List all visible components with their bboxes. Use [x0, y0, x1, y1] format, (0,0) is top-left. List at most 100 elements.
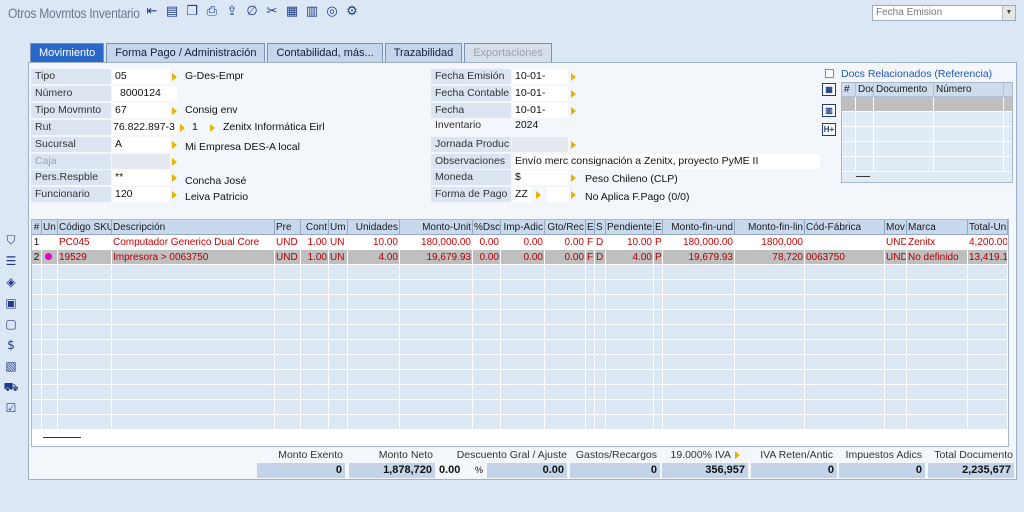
empty-cell[interactable]: [473, 355, 501, 369]
empty-cell[interactable]: [654, 310, 663, 324]
empty-cell[interactable]: [329, 340, 348, 354]
empty-cell[interactable]: [885, 265, 907, 279]
empty-table-row[interactable]: [32, 370, 1008, 385]
empty-table-row[interactable]: [32, 295, 1008, 310]
target-icon[interactable]: ◈: [3, 274, 19, 290]
cell-pre[interactable]: UND: [275, 250, 301, 264]
empty-cell[interactable]: [42, 370, 58, 384]
empty-cell[interactable]: [735, 385, 805, 399]
empty-cell[interactable]: [907, 280, 968, 294]
empty-cell[interactable]: [400, 265, 473, 279]
empty-cell[interactable]: [400, 280, 473, 294]
empty-cell[interactable]: [329, 355, 348, 369]
empty-cell[interactable]: [968, 385, 1008, 399]
money-icon[interactable]: $: [3, 337, 19, 353]
empty-cell[interactable]: [805, 325, 885, 339]
empty-cell[interactable]: [663, 295, 735, 309]
empty-cell[interactable]: [595, 370, 606, 384]
empty-cell[interactable]: [545, 310, 586, 324]
cell-dsc[interactable]: 0.00: [473, 250, 501, 264]
empty-cell[interactable]: [400, 340, 473, 354]
empty-cell[interactable]: [501, 310, 545, 324]
empty-table-row[interactable]: [32, 265, 1008, 280]
empty-table-row[interactable]: [32, 310, 1008, 325]
empty-cell[interactable]: [595, 265, 606, 279]
empty-cell[interactable]: [735, 340, 805, 354]
iva-arrow-icon[interactable]: [735, 451, 740, 459]
lookup-arrow-icon[interactable]: [571, 174, 576, 182]
empty-cell[interactable]: [885, 370, 907, 384]
grid-icon[interactable]: ▦: [284, 4, 300, 20]
empty-cell[interactable]: [301, 325, 329, 339]
empty-cell[interactable]: [654, 325, 663, 339]
empty-cell[interactable]: [606, 325, 654, 339]
cell-gto-rec[interactable]: 0.00: [545, 235, 586, 249]
docs-row[interactable]: [842, 97, 1012, 112]
empty-cell[interactable]: [329, 280, 348, 294]
cell-descripcion[interactable]: Impresora > 0063750: [112, 250, 275, 264]
empty-cell[interactable]: [654, 400, 663, 414]
empty-cell[interactable]: [545, 265, 586, 279]
empty-cell[interactable]: [112, 340, 275, 354]
empty-cell[interactable]: [663, 400, 735, 414]
empty-cell[interactable]: [112, 385, 275, 399]
cell-pre[interactable]: UND: [275, 235, 301, 249]
empty-cell[interactable]: [606, 355, 654, 369]
filter-icon[interactable]: ⛉: [3, 232, 19, 248]
lookup-arrow-icon[interactable]: [172, 174, 177, 182]
cell-cod-fabrica[interactable]: [805, 235, 885, 249]
empty-cell[interactable]: [885, 385, 907, 399]
truck-icon[interactable]: ⛟: [3, 379, 19, 395]
table-row[interactable]: 1 PC045 Computador Generico Dual Core UN…: [32, 235, 1008, 250]
empty-cell[interactable]: [805, 280, 885, 294]
check-icon[interactable]: ☑: [3, 400, 19, 416]
empty-cell[interactable]: [32, 355, 42, 369]
empty-cell[interactable]: [42, 295, 58, 309]
cell-monto-fin-lin[interactable]: 78,720: [735, 250, 805, 264]
empty-cell[interactable]: [112, 325, 275, 339]
empty-cell[interactable]: [735, 415, 805, 429]
empty-cell[interactable]: [473, 340, 501, 354]
chat-icon[interactable]: ◎: [324, 4, 340, 20]
empty-cell[interactable]: [606, 385, 654, 399]
fecha-inventario-field[interactable]: 10-01-2024: [512, 103, 568, 131]
empty-cell[interactable]: [348, 400, 400, 414]
empty-cell[interactable]: [654, 415, 663, 429]
empty-cell[interactable]: [654, 295, 663, 309]
empty-cell[interactable]: [329, 265, 348, 279]
cell-pendiente[interactable]: 10.00: [606, 235, 654, 249]
sort-select[interactable]: Fecha Emision ▼: [872, 5, 1016, 21]
empty-cell[interactable]: [595, 400, 606, 414]
empty-cell[interactable]: [58, 400, 112, 414]
empty-cell[interactable]: [586, 325, 595, 339]
copy-icon[interactable]: ❐: [184, 4, 200, 20]
empty-table-row[interactable]: [32, 400, 1008, 415]
empty-cell[interactable]: [595, 325, 606, 339]
empty-cell[interactable]: [348, 415, 400, 429]
empty-cell[interactable]: [606, 400, 654, 414]
empty-cell[interactable]: [907, 355, 968, 369]
empty-cell[interactable]: [501, 355, 545, 369]
empty-cell[interactable]: [805, 265, 885, 279]
cell-total-unit[interactable]: 13,419.12: [968, 250, 1008, 264]
empty-cell[interactable]: [329, 385, 348, 399]
empty-cell[interactable]: [400, 295, 473, 309]
empty-cell[interactable]: [32, 280, 42, 294]
empty-cell[interactable]: [112, 295, 275, 309]
back-icon[interactable]: ⇤: [144, 4, 160, 20]
docs-row[interactable]: [842, 112, 1012, 127]
empty-cell[interactable]: [885, 355, 907, 369]
cell-cod-fabrica[interactable]: 0063750: [805, 250, 885, 264]
empty-cell[interactable]: [473, 295, 501, 309]
empty-cell[interactable]: [348, 265, 400, 279]
tools-icon[interactable]: ✂: [264, 4, 280, 20]
empty-cell[interactable]: [586, 415, 595, 429]
empty-cell[interactable]: [663, 280, 735, 294]
empty-cell[interactable]: [329, 310, 348, 324]
calc-icon[interactable]: ▥: [304, 4, 320, 20]
cell-cont[interactable]: 1.00: [301, 235, 329, 249]
empty-table-row[interactable]: [32, 385, 1008, 400]
empty-table-row[interactable]: [32, 280, 1008, 295]
lookup-arrow-icon[interactable]: [172, 107, 177, 115]
pers-resp-field[interactable]: **: [112, 170, 170, 185]
